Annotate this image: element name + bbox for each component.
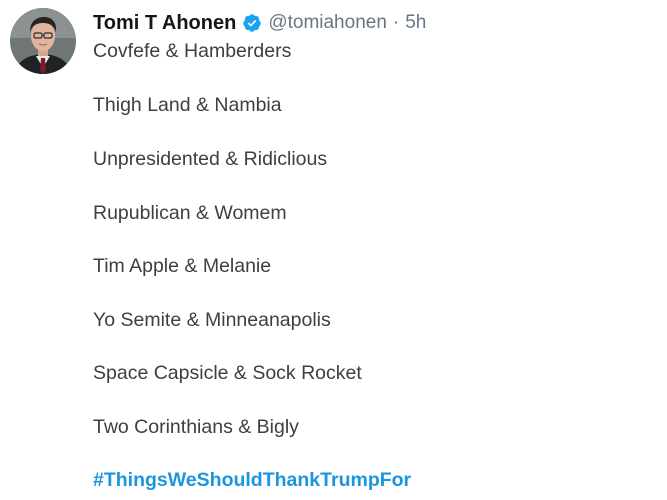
verified-badge-icon bbox=[242, 13, 262, 33]
tweet-text-line: Unpresidented & Ridiclious bbox=[93, 148, 328, 170]
tweet-text-line: Thigh Land & Nambia bbox=[93, 94, 282, 116]
header-separator: · bbox=[392, 12, 400, 33]
tweet-text-line: Tim Apple & Melanie bbox=[93, 255, 272, 277]
avatar-photo bbox=[10, 8, 76, 74]
avatar[interactable] bbox=[10, 8, 76, 74]
author-handle[interactable]: @tomiahonen bbox=[268, 12, 387, 34]
tweet-timestamp[interactable]: 5h bbox=[405, 12, 426, 34]
author-name[interactable]: Tomi T Ahonen bbox=[93, 12, 236, 35]
tweet-text-line: Space Capsicle & Sock Rocket bbox=[93, 362, 362, 384]
tweet-card: Tomi T Ahonen @tomiahonen · 5h Covfefe &… bbox=[0, 0, 667, 500]
tweet-text-line: Rupublican & Womem bbox=[93, 202, 287, 224]
tweet-text-line: Two Corinthians & Bigly bbox=[93, 416, 299, 438]
tweet-text-line: Yo Semite & Minneanapolis bbox=[93, 309, 331, 331]
hashtag-link[interactable]: #ThingsWeShouldThankTrumpFor bbox=[93, 469, 411, 492]
tweet-text-line: Covfefe & Hamberders bbox=[93, 40, 292, 62]
tweet-header: Tomi T Ahonen @tomiahonen · 5h bbox=[93, 10, 426, 36]
